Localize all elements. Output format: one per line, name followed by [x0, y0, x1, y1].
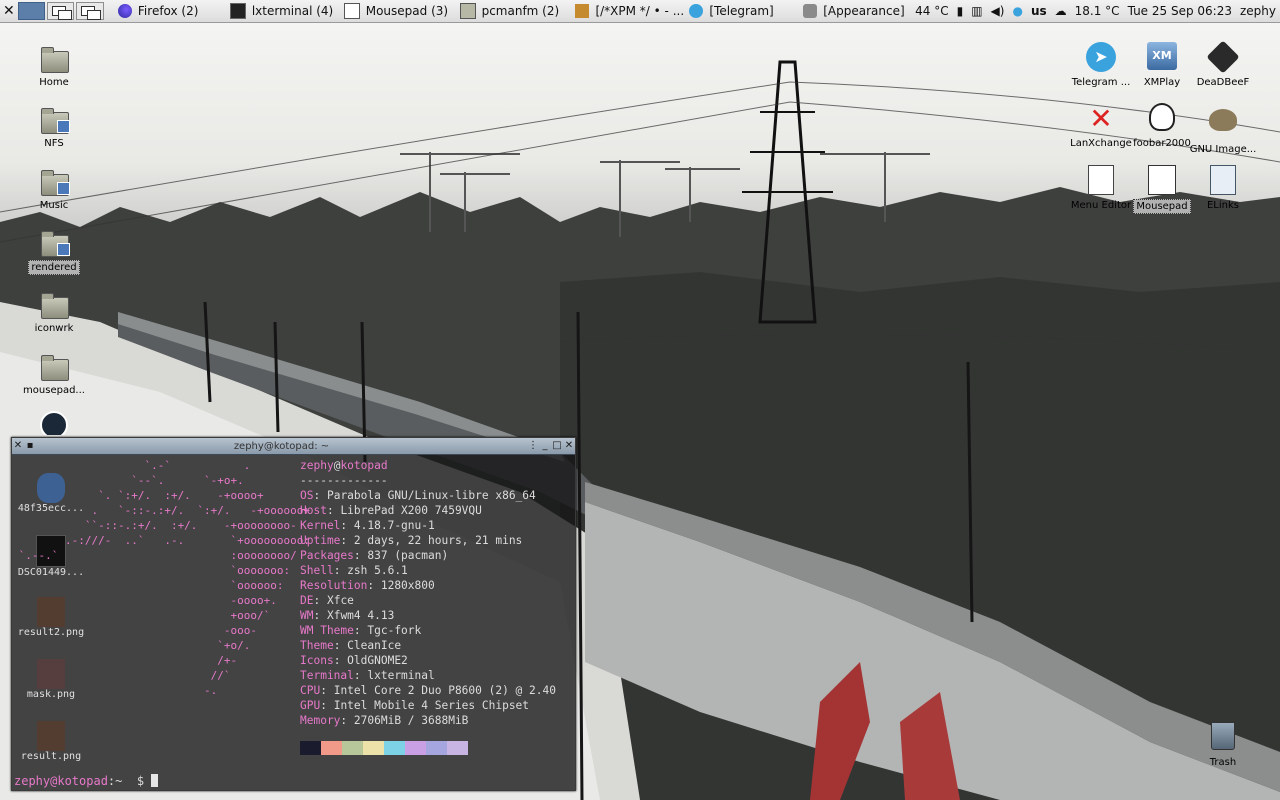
text-cursor: [151, 774, 159, 787]
mousepad-icon: [343, 3, 360, 19]
pin-icon[interactable]: ⋮: [527, 440, 539, 452]
color-palette: [300, 741, 468, 755]
terminal-window[interactable]: ✕ ▪ zephy@kotopad: ~ ⋮ _ □ ✕ 48f35ecc...…: [11, 437, 576, 791]
palette-swatch: [300, 741, 321, 755]
terminal-icon: ▪: [26, 440, 34, 451]
telegram-tray-icon[interactable]: ●: [1008, 4, 1026, 18]
home-folder-icon: [38, 42, 70, 74]
elinks-icon: [1207, 165, 1239, 197]
mousepad-icon: [1146, 165, 1178, 197]
palette-swatch: [363, 741, 384, 755]
image-thumbnail-icon: [37, 721, 65, 751]
desktop-icon-music[interactable]: Music: [17, 165, 91, 212]
deadbeef-icon: [1206, 40, 1240, 74]
foobar-icon: [1146, 103, 1178, 135]
folder-link-icon: [38, 165, 70, 197]
terminal-title: zephy@kotopad: ~: [233, 440, 330, 452]
firefox-icon: [117, 4, 132, 18]
taskbar-pcmanfm[interactable]: pcmanfm (2): [454, 1, 570, 21]
weather-icon: ☁: [1054, 4, 1067, 18]
palette-swatch: [447, 741, 468, 755]
network-icon[interactable]: ▥: [967, 4, 986, 18]
keyboard-layout[interactable]: us: [1027, 4, 1051, 18]
folder-icon: [38, 288, 70, 320]
folder-icon: [38, 350, 70, 382]
gimp-icon: [575, 4, 590, 18]
weather-temperature[interactable]: 18.1 °C: [1071, 4, 1124, 18]
telegram-icon: [689, 4, 704, 18]
xmplay-icon: XM: [1146, 42, 1178, 74]
palette-swatch: [405, 741, 426, 755]
taskbar-lxterminal[interactable]: lxterminal (4): [224, 1, 338, 21]
palette-swatch: [342, 741, 363, 755]
clock[interactable]: Tue 25 Sep 06:23: [1124, 4, 1236, 18]
top-panel: ✕ Firefox (2) lxterminal (4) Mousepad (3…: [0, 0, 1280, 23]
desktop-icon-rendered[interactable]: rendered: [17, 226, 91, 275]
desktop-icon-elinks[interactable]: ELinks: [1186, 165, 1260, 212]
folder-link-icon: [38, 226, 70, 258]
volume-icon[interactable]: ◀): [987, 4, 1009, 18]
appearance-icon: [803, 4, 818, 18]
gimp-icon: [1207, 109, 1239, 141]
terminal-icon: [229, 3, 246, 19]
palette-swatch: [384, 741, 405, 755]
minimize-icon[interactable]: _: [539, 440, 551, 452]
palette-swatch: [321, 741, 342, 755]
taskbar-appearance[interactable]: [Appearance]: [797, 1, 911, 21]
maximize-icon[interactable]: □: [551, 440, 563, 452]
telegram-icon: ➤: [1085, 42, 1117, 74]
desktop-icon-steam[interactable]: [17, 411, 91, 435]
desktop-icon-home[interactable]: Home: [17, 42, 91, 89]
palette-swatch: [426, 741, 447, 755]
desktop-icon-result[interactable]: result.png: [16, 721, 86, 762]
shell-prompt[interactable]: zephy@kotopad:~ $: [14, 774, 159, 788]
distro-logo-ascii: `.-` . `--`. `-+o+. `. `:+/. :+/. -+oooo…: [18, 459, 311, 697]
panel-close-button[interactable]: ✕: [0, 1, 18, 21]
desktop-icon-mousepad-folder[interactable]: mousepad...: [17, 350, 91, 397]
taskbar-mousepad[interactable]: Mousepad (3): [338, 1, 454, 21]
battery-icon[interactable]: ▮: [953, 4, 968, 18]
trash-icon: [1207, 722, 1239, 754]
taskbar-telegram[interactable]: [Telegram]: [683, 1, 797, 21]
desktop-icon-iconwrk[interactable]: iconwrk: [17, 288, 91, 335]
workspace-2[interactable]: [46, 2, 75, 20]
terminal-titlebar[interactable]: ✕ ▪ zephy@kotopad: ~ ⋮ _ □ ✕: [12, 438, 575, 455]
desktop-icon-gimp[interactable]: GNU Image...: [1186, 103, 1260, 156]
close-window-icon[interactable]: ✕: [563, 440, 575, 452]
taskbar-gimp-xpm[interactable]: [/*XPM */ • - ...: [569, 1, 683, 21]
system-info: zephy@kotopad ------------- OS: Parabola…: [300, 459, 556, 727]
folder-link-icon: [38, 103, 70, 135]
folder-icon: [459, 3, 476, 19]
workspace-3[interactable]: [76, 2, 104, 20]
desktop-icon-trash[interactable]: Trash: [1186, 719, 1260, 769]
user-name[interactable]: zephy: [1236, 4, 1280, 18]
close-icon[interactable]: ✕: [12, 440, 24, 452]
taskbar-firefox[interactable]: Firefox (2): [112, 1, 224, 21]
desktop-icon-nfs[interactable]: NFS: [17, 103, 91, 150]
menu-editor-icon: [1085, 165, 1117, 197]
cpu-temperature: 44 °C: [915, 4, 949, 18]
lanxchange-icon: ✕: [1089, 102, 1113, 135]
system-tray: 44 °C ▮ ▥ ◀) ● us ☁ 18.1 °C Tue 25 Sep 0…: [911, 4, 1280, 18]
steam-icon: [38, 411, 70, 435]
workspace-1[interactable]: [17, 2, 45, 20]
desktop-icon-deadbeef[interactable]: DeaDBeeF: [1186, 40, 1260, 89]
terminal-body[interactable]: 48f35ecc... DSC01449... result2.png mask…: [12, 455, 575, 790]
